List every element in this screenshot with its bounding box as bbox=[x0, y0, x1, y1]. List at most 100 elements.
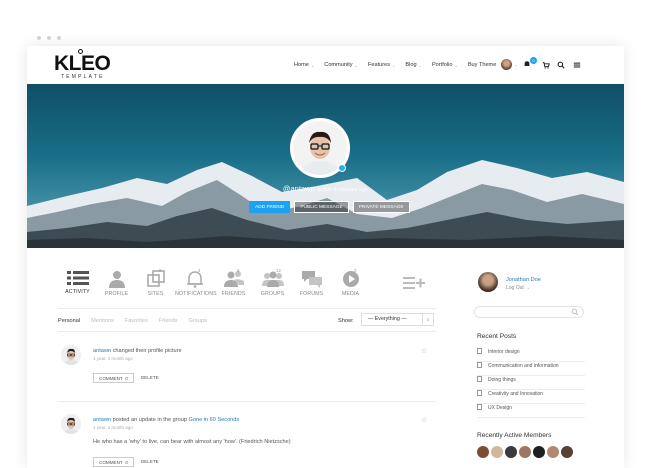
favorite-star-icon[interactable]: ☆ bbox=[421, 347, 427, 355]
member-avatar[interactable] bbox=[505, 446, 517, 458]
main-nav: Home ⌄ Community ⌄ Features ⌄ Blog ⌄ Portfol… bbox=[294, 62, 506, 68]
menu-icon[interactable] bbox=[573, 61, 581, 69]
show-filter-select[interactable]: — Everything — ⇕ bbox=[361, 313, 434, 326]
activity-actions: COMMENT 0 DELETE bbox=[93, 373, 161, 383]
recent-post-item[interactable]: Interior design bbox=[477, 348, 585, 362]
cart-icon[interactable] bbox=[542, 61, 550, 69]
nav-item-community[interactable]: Community ⌄ bbox=[324, 62, 358, 68]
nav-item-portfolio[interactable]: Portfolio ⌄ bbox=[432, 62, 458, 68]
activity-avatar[interactable] bbox=[61, 414, 81, 434]
logo-text: KLEO bbox=[54, 52, 111, 75]
subnav-divider bbox=[58, 331, 436, 332]
subnav-friends[interactable]: Friends bbox=[159, 318, 178, 324]
active-members-heading: Recently Active Members bbox=[477, 432, 552, 439]
user-avatar[interactable] bbox=[501, 59, 512, 70]
sites-icon bbox=[146, 270, 165, 287]
tab-sites[interactable]: 0 SITES bbox=[136, 268, 175, 297]
nav-item-home[interactable]: Home ⌄ bbox=[294, 62, 314, 68]
tab-activity[interactable]: ACTIVITY bbox=[58, 270, 97, 297]
sidebar-user-name[interactable]: Jonathan Doe bbox=[506, 277, 541, 283]
subnav-mentions[interactable]: Mentions bbox=[91, 318, 114, 324]
tab-notifications[interactable]: 4 NOTIFICATIONS bbox=[175, 268, 217, 297]
member-avatar[interactable] bbox=[561, 446, 573, 458]
recent-post-item[interactable]: Doing things bbox=[477, 376, 585, 390]
subnav-favorites[interactable]: Favorites bbox=[125, 318, 148, 324]
tab-friends[interactable]: 6 FRIENDS bbox=[214, 268, 253, 297]
tabs-divider bbox=[58, 308, 436, 309]
delete-button[interactable]: DELETE bbox=[139, 373, 161, 383]
tab-groups[interactable]: 12 GROUPS bbox=[253, 268, 292, 297]
active-members-list bbox=[477, 446, 573, 458]
site-header: KLEO TEMPLATE Home ⌄ Community ⌄ Features ⌄… bbox=[27, 46, 624, 84]
document-icon bbox=[477, 362, 482, 368]
activity-content: He who has a 'why' to live, can bear wit… bbox=[93, 439, 291, 445]
notification-badge: 0 bbox=[530, 57, 537, 64]
public-message-button[interactable]: PUBLIC MESSAGE bbox=[294, 201, 349, 213]
profile-actions: ADD FRIEND PUBLIC MESSAGE PRIVATE MESSAG… bbox=[249, 201, 410, 213]
subnav-groups[interactable]: Groups bbox=[188, 318, 206, 324]
activity-user-link[interactable]: antawn bbox=[93, 417, 111, 423]
activity-avatar[interactable] bbox=[61, 345, 81, 365]
document-icon bbox=[477, 404, 482, 410]
search-icon[interactable] bbox=[571, 308, 579, 316]
nav-item-buy-theme[interactable]: Buy Theme bbox=[468, 62, 497, 68]
recent-post-item[interactable]: UX Design bbox=[477, 404, 585, 418]
activity-item: antawn posted an update in the group Gon… bbox=[58, 414, 438, 468]
member-avatar[interactable] bbox=[547, 446, 559, 458]
show-filter-label: Show: bbox=[338, 318, 354, 324]
member-avatar[interactable] bbox=[477, 446, 489, 458]
friends-icon bbox=[223, 271, 244, 287]
activity-divider bbox=[58, 401, 436, 402]
nav-item-blog[interactable]: Blog ⌄ bbox=[405, 62, 422, 68]
nav-item-features[interactable]: Features ⌄ bbox=[368, 62, 395, 68]
comment-button[interactable]: COMMENT 0 bbox=[93, 457, 134, 467]
window-dots bbox=[37, 36, 61, 40]
member-avatar[interactable] bbox=[519, 446, 531, 458]
activity-user-link[interactable]: antawn bbox=[93, 348, 111, 354]
activity-text: antawn changed their profile picture bbox=[93, 348, 182, 354]
chevron-down-icon[interactable]: ⌄ bbox=[514, 62, 517, 67]
logo-o-icon bbox=[78, 49, 83, 54]
document-icon bbox=[477, 390, 482, 396]
document-icon bbox=[477, 376, 482, 382]
sidebar-search-input[interactable] bbox=[474, 306, 584, 318]
browser-window: KLEO TEMPLATE Home ⌄ Community ⌄ Features ⌄… bbox=[27, 46, 624, 468]
tab-media[interactable]: 0 MEDIA bbox=[331, 268, 370, 297]
profile-username: @antawn active 4 minutes ago bbox=[282, 184, 369, 193]
search-icon[interactable] bbox=[557, 61, 565, 69]
recent-post-item[interactable]: Creativity and Innovation bbox=[477, 390, 585, 404]
add-friend-button[interactable]: ADD FRIEND bbox=[249, 201, 291, 213]
profile-cover: @antawn active 4 minutes ago ADD FRIEND P… bbox=[27, 84, 624, 248]
select-arrows-icon: ⇕ bbox=[422, 314, 433, 325]
private-message-button[interactable]: PRIVATE MESSAGE bbox=[352, 201, 410, 213]
activity-text: antawn posted an update in the group Gon… bbox=[93, 417, 240, 423]
sidebar-user-avatar[interactable] bbox=[478, 272, 498, 292]
tab-forums[interactable]: FORUMS bbox=[292, 270, 331, 297]
more-tabs-icon[interactable] bbox=[403, 276, 425, 290]
bell-icon bbox=[186, 271, 203, 288]
activity-time[interactable]: 1 year, 1 month ago bbox=[93, 425, 133, 430]
profile-tabs: ACTIVITY PROFILE 0 SITES 4 NOTIFICATIONS… bbox=[58, 268, 370, 297]
delete-button[interactable]: DELETE bbox=[139, 457, 161, 467]
favorite-star-icon[interactable]: ☆ bbox=[421, 416, 427, 424]
recent-post-item[interactable]: Communication and information bbox=[477, 362, 585, 376]
document-icon bbox=[477, 348, 482, 354]
comment-button[interactable]: COMMENT 0 bbox=[93, 373, 134, 383]
activity-subnav: Personal Mentions Favorites Friends Grou… bbox=[58, 318, 218, 324]
subnav-personal[interactable]: Personal bbox=[58, 318, 80, 324]
online-status-icon bbox=[338, 164, 346, 172]
logout-link[interactable]: Log Out → bbox=[506, 285, 530, 291]
tab-profile[interactable]: PROFILE bbox=[97, 270, 136, 297]
activity-actions: COMMENT 0 DELETE bbox=[93, 457, 161, 467]
recent-posts-heading: Recent Posts bbox=[477, 333, 517, 340]
member-avatar[interactable] bbox=[533, 446, 545, 458]
user-icon bbox=[108, 271, 125, 288]
media-icon bbox=[342, 271, 359, 287]
activity-time[interactable]: 1 year, 1 month ago bbox=[93, 356, 133, 361]
forums-icon bbox=[301, 271, 322, 288]
group-link[interactable]: Gone in 60 Seconds bbox=[189, 417, 240, 423]
site-logo[interactable]: KLEO TEMPLATE bbox=[54, 52, 111, 80]
logo-tagline: TEMPLATE bbox=[61, 74, 105, 80]
list-icon bbox=[66, 271, 89, 285]
member-avatar[interactable] bbox=[491, 446, 503, 458]
